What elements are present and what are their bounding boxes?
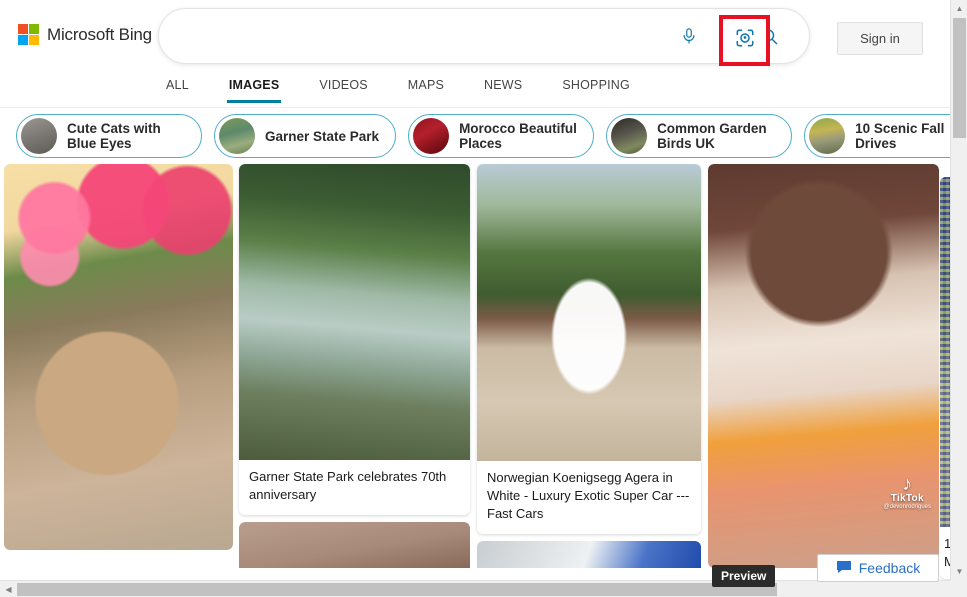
feedback-label: Feedback — [858, 560, 921, 576]
tab-shopping[interactable]: SHOPPING — [562, 72, 630, 103]
visual-search-icon[interactable] — [734, 27, 756, 54]
tiktok-handle-label: @devonrodrigues — [883, 504, 931, 510]
horizontal-scrollbar[interactable]: ◀ ▶ — [0, 580, 967, 597]
bing-logo-text: Microsoft Bing — [47, 24, 152, 44]
morocco-thumbnail — [413, 118, 450, 154]
result-thumbnail[interactable] — [477, 541, 701, 568]
scroll-left-arrow-icon[interactable]: ◀ — [0, 581, 17, 597]
chip-label: 10 Scenic Fall Drives — [855, 121, 945, 151]
chip-label: Garner State Park — [265, 128, 380, 144]
visual-search-highlight-box — [719, 15, 770, 66]
image-result-card[interactable]: ♪ TikTok @devonrodrigues — [708, 164, 939, 568]
bing-logo[interactable]: Microsoft Bing — [18, 24, 152, 45]
tiktok-watermark: ♪ TikTok @devonrodrigues — [883, 474, 931, 510]
page-content: Microsoft Bing Sign in ALL IMAGES VIDEOS… — [0, 0, 950, 580]
tab-videos[interactable]: VIDEOS — [319, 72, 367, 103]
cat-thumbnail — [21, 118, 57, 154]
vertical-scrollbar-thumb[interactable] — [953, 18, 966, 138]
result-thumbnail[interactable] — [477, 164, 701, 461]
preview-badge: Preview — [712, 565, 776, 587]
feedback-button[interactable]: Feedback — [817, 554, 939, 582]
search-box[interactable] — [158, 8, 810, 64]
result-thumbnail[interactable] — [239, 164, 470, 460]
page-header: Microsoft Bing Sign in — [0, 0, 950, 72]
image-result-card[interactable]: Norwegian Koenigsegg Agera in White - Lu… — [477, 164, 701, 534]
image-result-card[interactable] — [4, 164, 233, 550]
tab-maps[interactable]: MAPS — [408, 72, 444, 103]
tiktok-brand-label: TikTok — [890, 493, 924, 504]
chip-label: Cute Cats with Blue Eyes — [67, 121, 161, 151]
chip-label: Morocco Beautiful Places — [459, 121, 577, 151]
grid-column-1 — [4, 164, 233, 557]
speech-bubble-icon — [836, 560, 852, 577]
chip-common-garden-birds-uk[interactable]: Common Garden Birds UK — [606, 114, 793, 158]
scroll-down-arrow-icon[interactable]: ▼ — [951, 563, 967, 580]
sign-in-button[interactable]: Sign in — [837, 22, 923, 55]
chip-label: Common Garden Birds UK — [657, 121, 767, 151]
chip-cute-cats-with-blue-eyes[interactable]: Cute Cats with Blue Eyes — [16, 114, 202, 158]
result-thumbnail[interactable] — [4, 164, 233, 550]
horizontal-scrollbar-thumb[interactable] — [17, 583, 777, 596]
park-thumbnail — [219, 118, 255, 154]
grid-column-2: Garner State Park celebrates 70th annive… — [239, 164, 470, 568]
image-result-card[interactable] — [239, 522, 470, 568]
related-searches-chips: Cute Cats with Blue Eyes Garner State Pa… — [0, 108, 950, 164]
browser-viewport: Microsoft Bing Sign in ALL IMAGES VIDEOS… — [0, 0, 967, 597]
nav-tabs: ALL IMAGES VIDEOS MAPS NEWS SHOPPING — [0, 72, 950, 108]
chip-morocco-beautiful-places[interactable]: Morocco Beautiful Places — [408, 114, 595, 158]
grid-column-4: ♪ TikTok @devonrodrigues — [708, 164, 939, 568]
image-result-card[interactable]: Garner State Park celebrates 70th annive… — [239, 164, 470, 515]
chip-10-scenic-fall-drives[interactable]: 10 Scenic Fall Drives — [804, 114, 950, 158]
image-results-grid: Garner State Park celebrates 70th annive… — [0, 164, 950, 568]
music-note-icon: ♪ — [902, 474, 913, 495]
fall-drive-thumbnail — [809, 118, 846, 154]
tab-news[interactable]: NEWS — [484, 72, 522, 103]
result-caption: Norwegian Koenigsegg Agera in White - Lu… — [487, 470, 690, 521]
tab-all[interactable]: ALL — [166, 72, 189, 103]
tab-images[interactable]: IMAGES — [226, 72, 281, 103]
microphone-icon[interactable] — [671, 18, 707, 54]
bird-thumbnail — [611, 118, 648, 154]
search-input[interactable] — [159, 9, 671, 63]
result-thumbnail[interactable] — [239, 522, 470, 568]
scrollbar-corner — [950, 580, 967, 597]
chip-garner-state-park[interactable]: Garner State Park — [214, 114, 397, 158]
vertical-scrollbar[interactable]: ▲ ▼ — [950, 0, 967, 580]
image-result-card[interactable] — [477, 541, 701, 568]
grid-column-3: Norwegian Koenigsegg Agera in White - Lu… — [477, 164, 701, 568]
microsoft-logo-icon — [18, 24, 39, 45]
result-caption: Garner State Park celebrates 70th annive… — [249, 469, 447, 502]
scroll-up-arrow-icon[interactable]: ▲ — [951, 0, 967, 17]
